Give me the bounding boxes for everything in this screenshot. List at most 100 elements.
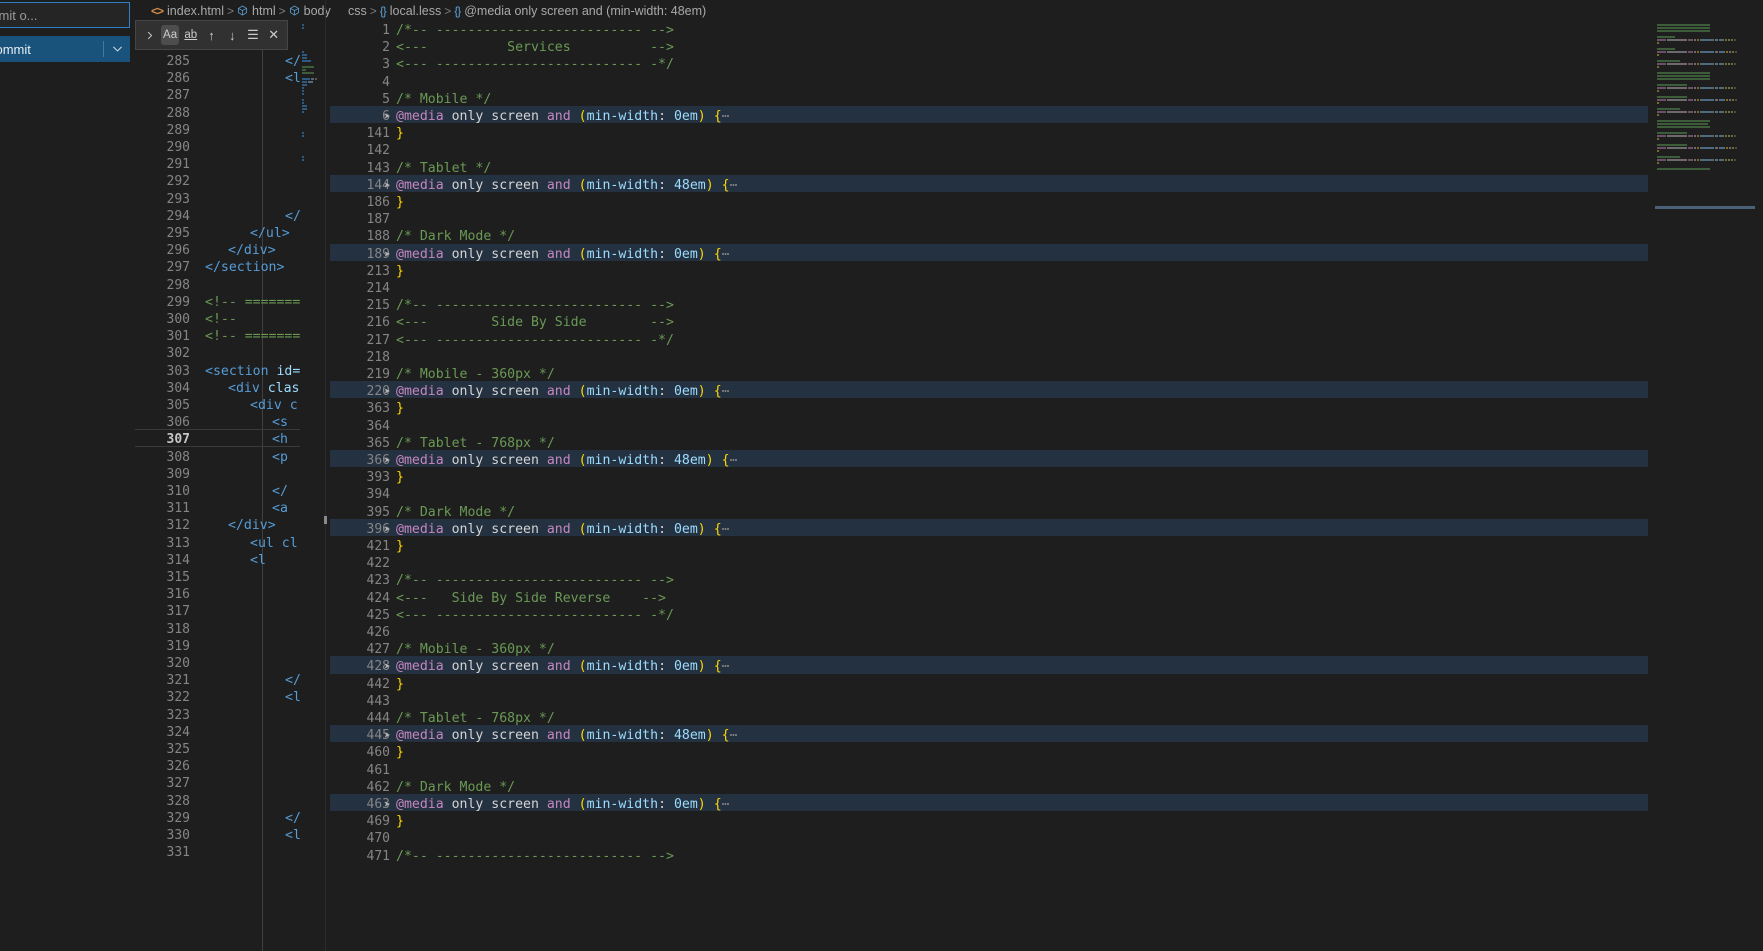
code-line[interactable]: /*-- -------------------------- --> [396,572,674,589]
commit-button[interactable]: Commit [0,36,103,62]
code-line[interactable]: @media only screen and (min-width: 48em)… [396,177,738,194]
code-line[interactable]: } [396,469,404,486]
find-expand-button[interactable] [140,25,159,45]
code-token: { [713,384,722,400]
breadcrumb-item-html[interactable]: html [237,4,276,18]
code-line[interactable]: /* Mobile - 360px */ [396,366,555,383]
code-line[interactable]: <--- -------------------------- -*/ [396,332,674,349]
code-line[interactable]: /* Dark Mode */ [396,228,515,245]
code-line[interactable]: /* Mobile - 360px */ [396,641,555,658]
code-line[interactable]: /*-- -------------------------- --> [396,22,674,39]
code-line[interactable]: } [396,813,404,830]
code-line[interactable]: /*-- -------------------------- --> [396,297,674,314]
code-line[interactable]: @media only screen and (min-width: 0em) … [396,246,730,263]
fold-chevron-icon[interactable]: ➤ [384,796,391,813]
code-line[interactable]: <--- Side By Side --> [396,314,674,331]
commit-button-group[interactable]: Commit [0,36,130,62]
fold-chevron-icon[interactable]: ➤ [384,383,391,400]
find-widget[interactable]: Aa ab ↑ ↓ ☰ ✕ [135,20,288,50]
breadcrumb-item-css[interactable]: css [348,4,367,18]
code-line[interactable]: <--- -------------------------- -*/ [396,607,674,624]
minimap-line [302,87,304,89]
code-line[interactable]: </section> [205,259,284,276]
code-line[interactable]: @media only screen and (min-width: 48em)… [396,727,738,744]
minimap-slider-right[interactable] [1655,206,1755,209]
breadcrumb-item-local-less[interactable]: {} local.less [380,4,441,18]
fold-chevron-icon[interactable]: ➤ [384,108,391,125]
code-line[interactable]: /* Tablet */ [396,160,491,177]
breadcrumb-right[interactable]: css >{} local.less >{} @media only screen an… [340,0,1048,22]
code-line[interactable]: <p [272,449,288,466]
commit-message-input-wrapper[interactable] [0,2,130,28]
code-line[interactable]: </ [285,672,300,689]
minimap-left[interactable] [300,22,324,951]
code-line[interactable]: <--- Side By Side Reverse --> [396,590,666,607]
code-line[interactable]: <section id="w [205,363,300,380]
code-line[interactable]: } [396,194,404,211]
code-line[interactable]: /* Tablet - 768px */ [396,710,555,727]
commit-options-button[interactable] [104,36,130,62]
code-line[interactable]: /* Dark Mode */ [396,779,515,796]
code-line[interactable]: </div> [228,517,276,534]
code-line[interactable]: <!-- [205,311,237,328]
breadcrumb-item-media-only-screen-and-min-width-48em[interactable]: {} @media only screen and (min-width: 48e… [454,4,706,18]
code-line[interactable]: } [396,744,404,761]
breadcrumb-left[interactable]: <> index.html > html > body [143,0,336,22]
code-line[interactable]: <l [285,70,300,87]
code-line[interactable]: } [396,125,404,142]
code-line[interactable]: <div c [250,397,298,414]
code-line[interactable]: /* Tablet - 768px */ [396,435,555,452]
editor-split-sash-handle[interactable] [324,516,327,524]
fold-chevron-icon[interactable]: ➤ [384,177,391,194]
code-line[interactable]: @media only screen and (min-width: 0em) … [396,383,730,400]
code-token: /*-- -------------------------- --> [396,23,674,38]
match-whole-word-button[interactable]: ab [181,25,200,45]
commit-message-input[interactable] [0,3,129,27]
editor-split-sash[interactable] [325,0,326,951]
code-line[interactable]: @media only screen and (min-width: 48em)… [396,452,738,469]
code-line[interactable]: @media only screen and (min-width: 0em) … [396,796,730,813]
code-line[interactable]: } [396,400,404,417]
fold-chevron-icon[interactable]: ➤ [384,521,391,538]
code-token: </div> [228,518,276,534]
code-line[interactable]: @media only screen and (min-width: 0em) … [396,521,730,538]
breadcrumb-item-index-html[interactable]: <> index.html [151,4,224,18]
code-line[interactable]: <--- -------------------------- -*/ [396,56,674,73]
code-line[interactable]: </ [285,208,300,225]
code-line[interactable]: <l [250,552,266,569]
next-match-button[interactable]: ↓ [223,25,242,45]
close-find-button[interactable]: ✕ [264,25,283,45]
code-line[interactable]: <a [272,500,288,517]
code-line[interactable]: <l [285,689,300,706]
code-line[interactable]: } [396,263,404,280]
code-line[interactable]: <h [272,431,288,448]
fold-chevron-icon[interactable]: ➤ [384,658,391,675]
code-line[interactable]: <!-- ======== [205,328,300,345]
code-line[interactable]: /* Dark Mode */ [396,504,515,521]
code-line[interactable]: <div class [228,380,300,397]
code-line[interactable]: /* Mobile */ [396,91,491,108]
code-line[interactable]: <!-- ======== [205,294,300,311]
code-line[interactable]: </ul> [250,225,290,242]
code-line[interactable]: } [396,676,404,693]
match-case-button[interactable]: Aa [160,25,180,45]
code-line[interactable]: </div> [228,242,276,259]
code-line[interactable]: @media only screen and (min-width: 0em) … [396,108,730,125]
code-line[interactable]: /*-- -------------------------- --> [396,848,674,865]
code-line[interactable]: <s [272,414,288,431]
fold-chevron-icon[interactable]: ➤ [384,727,391,744]
code-line[interactable]: @media only screen and (min-width: 0em) … [396,658,730,675]
code-line[interactable]: </ [272,483,288,500]
code-line[interactable]: </ [285,810,300,827]
minimap-right[interactable] [1655,22,1755,951]
code-line[interactable]: </ [285,53,300,70]
fold-chevron-icon[interactable]: ➤ [384,452,391,469]
code-line[interactable]: <l [285,827,300,844]
previous-match-button[interactable]: ↑ [202,25,221,45]
code-line[interactable]: <--- Services --> [396,39,674,56]
find-in-selection-button[interactable]: ☰ [244,25,263,45]
fold-chevron-icon[interactable]: ➤ [384,246,391,263]
code-line[interactable]: <ul cl [250,535,298,552]
code-line[interactable]: } [396,538,404,555]
